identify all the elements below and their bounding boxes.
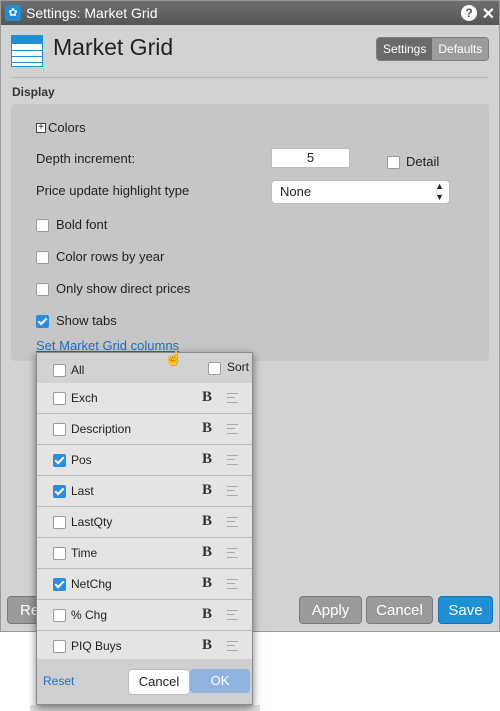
tab-settings[interactable]: Settings (377, 38, 433, 60)
depth-increment-label: Depth increment: (36, 151, 135, 166)
column-name: % Chg (71, 608, 108, 622)
align-icon[interactable] (227, 455, 238, 465)
market-grid-icon (11, 35, 43, 67)
column-row[interactable]: NetChg B (37, 569, 252, 600)
detail-label: Detail (406, 154, 440, 169)
detail-checkbox[interactable] (387, 156, 400, 169)
select-arrows-icon: ▲ ▼ (435, 181, 444, 202)
column-row[interactable]: Exch B (37, 383, 252, 414)
title-bar: ✿ Settings: Market Grid ? ✕ (1, 1, 499, 25)
popup-footer: Reset Cancel OK (37, 659, 252, 704)
colors-label[interactable]: Colors (48, 120, 86, 135)
popup-shadow-strip (30, 705, 260, 711)
align-icon[interactable] (227, 517, 238, 527)
bold-font-checkbox[interactable] (36, 219, 49, 232)
popup-cancel-button[interactable]: Cancel (128, 669, 190, 695)
column-row[interactable]: Pos B (37, 445, 252, 476)
column-checkbox[interactable] (53, 392, 66, 405)
direct-prices-label: Only show direct prices (56, 281, 191, 296)
bold-toggle-icon[interactable]: B (202, 544, 212, 561)
show-tabs-checkbox[interactable] (36, 315, 49, 328)
bold-toggle-icon[interactable]: B (202, 451, 212, 468)
column-checkbox[interactable] (53, 547, 66, 560)
column-name: PIQ Buys (71, 639, 122, 653)
column-list: Exch B Description B Pos B Last B LastQty B Time B N… (37, 383, 252, 659)
column-checkbox[interactable] (53, 454, 66, 467)
popup-reset-link[interactable]: Reset (43, 674, 74, 688)
column-name: Last (71, 484, 94, 498)
align-icon[interactable] (227, 393, 238, 403)
align-icon[interactable] (227, 548, 238, 558)
apply-button[interactable]: Apply (299, 596, 362, 624)
show-tabs-label: Show tabs (56, 313, 117, 328)
bold-toggle-icon[interactable]: B (202, 606, 212, 623)
expand-plus-icon[interactable]: + (36, 123, 46, 133)
highlight-type-select[interactable]: None ▲ ▼ (271, 180, 450, 204)
column-checkbox[interactable] (53, 423, 66, 436)
highlight-type-label: Price update highlight type (36, 183, 190, 198)
column-row[interactable]: Last B (37, 476, 252, 507)
column-name: Exch (71, 391, 98, 405)
tab-defaults[interactable]: Defaults (432, 38, 489, 60)
column-checkbox[interactable] (53, 485, 66, 498)
cancel-button[interactable]: Cancel (366, 596, 433, 624)
set-columns-link[interactable]: Set Market Grid columns (36, 338, 179, 353)
direct-prices-checkbox[interactable] (36, 283, 49, 296)
column-checkbox[interactable] (53, 516, 66, 529)
all-label: All (71, 363, 85, 377)
column-checkbox[interactable] (53, 640, 66, 653)
bold-toggle-icon[interactable]: B (202, 482, 212, 499)
sort-checkbox[interactable] (208, 362, 221, 375)
sort-label: Sort (227, 360, 250, 374)
align-icon[interactable] (227, 610, 238, 620)
popup-ok-button[interactable]: OK (190, 669, 250, 693)
save-button[interactable]: Save (438, 596, 493, 624)
popup-header: All Sort (37, 353, 252, 383)
all-checkbox[interactable] (53, 364, 66, 377)
bold-toggle-icon[interactable]: B (202, 637, 212, 654)
columns-popup: All Sort Exch B Description B Pos B Last B LastQ… (36, 352, 253, 705)
bold-toggle-icon[interactable]: B (202, 513, 212, 530)
column-name: Pos (71, 453, 92, 467)
align-icon[interactable] (227, 486, 238, 496)
close-icon[interactable]: ✕ (482, 3, 495, 27)
help-icon[interactable]: ? (461, 5, 477, 21)
app-logo-icon: ✿ (5, 5, 21, 21)
header: Market Grid Settings Defaults (1, 25, 499, 77)
bold-toggle-icon[interactable]: B (202, 420, 212, 437)
column-row[interactable]: LastQty B (37, 507, 252, 538)
column-name: Time (71, 546, 98, 560)
column-name: NetChg (71, 577, 112, 591)
hand-cursor-icon: ☝ (164, 350, 183, 367)
column-row[interactable]: % Chg B (37, 600, 252, 631)
window-title: Settings: Market Grid (26, 5, 158, 21)
column-checkbox[interactable] (53, 578, 66, 591)
color-rows-label: Color rows by year (56, 249, 165, 264)
column-checkbox[interactable] (53, 609, 66, 622)
divider (11, 77, 489, 78)
highlight-type-value: None (280, 184, 312, 199)
column-row[interactable]: Description B (37, 414, 252, 445)
settings-defaults-toggle: Settings Defaults (376, 37, 490, 61)
column-name: Description (71, 422, 132, 436)
bold-toggle-icon[interactable]: B (202, 575, 212, 592)
column-name: LastQty (71, 515, 113, 529)
column-row[interactable]: Time B (37, 538, 252, 569)
color-rows-checkbox[interactable] (36, 251, 49, 264)
bold-toggle-icon[interactable]: B (202, 389, 212, 406)
bold-font-label: Bold font (56, 217, 108, 232)
align-icon[interactable] (227, 424, 238, 434)
column-row[interactable]: PIQ Buys B (37, 631, 252, 659)
align-icon[interactable] (227, 641, 238, 651)
depth-increment-input[interactable]: 5 (271, 148, 350, 168)
section-title: Display (12, 85, 55, 99)
page-title: Market Grid (53, 34, 174, 60)
align-icon[interactable] (227, 579, 238, 589)
